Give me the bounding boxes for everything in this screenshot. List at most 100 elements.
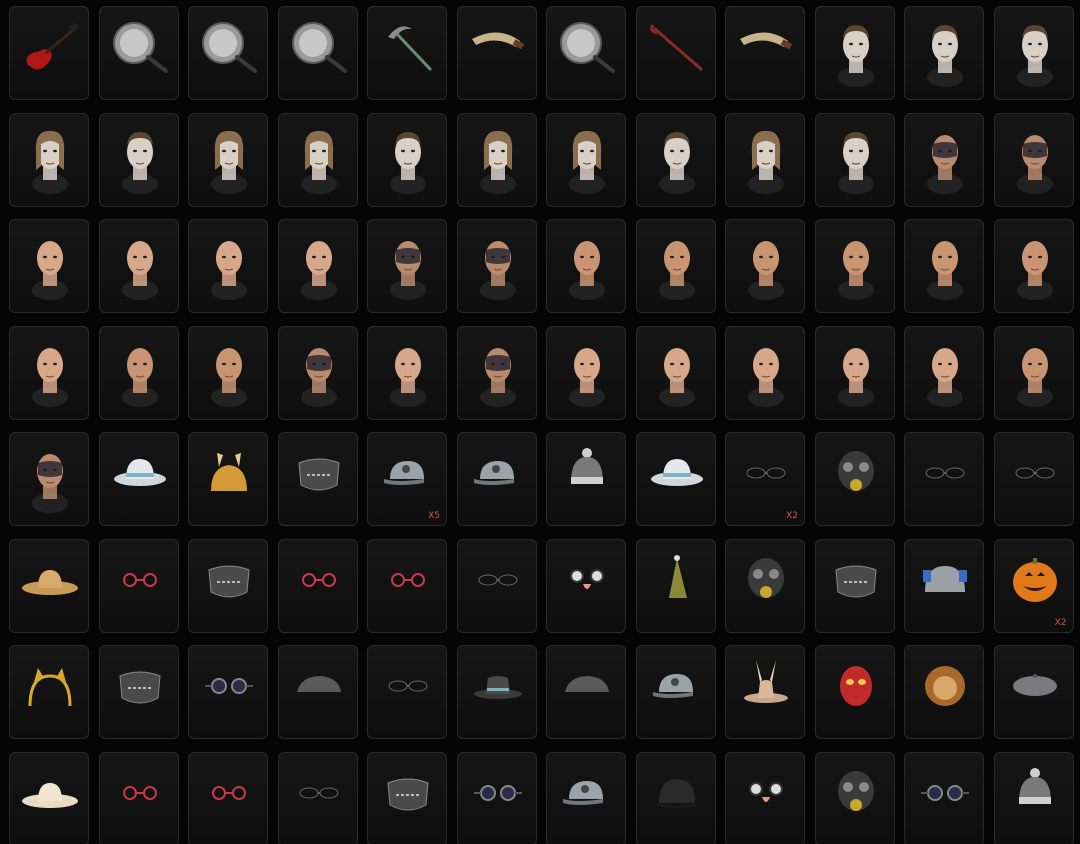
inventory-slot[interactable] (814, 219, 895, 313)
flat-cap-icon (565, 676, 609, 692)
inventory-slot[interactable] (456, 432, 537, 526)
inventory-slot[interactable] (993, 432, 1074, 526)
inventory-slot[interactable] (98, 6, 179, 100)
inventory-slot[interactable] (9, 325, 89, 420)
inventory-slot[interactable] (993, 751, 1074, 844)
inventory-slot[interactable] (725, 538, 805, 633)
inventory-slot[interactable] (277, 219, 358, 313)
inventory-slot[interactable] (993, 6, 1074, 100)
inventory-slot[interactable] (635, 645, 716, 739)
inventory-slot[interactable] (277, 6, 358, 100)
inventory-slot[interactable] (456, 112, 537, 207)
inventory-slot[interactable] (725, 751, 805, 844)
inventory-slot[interactable] (456, 645, 537, 739)
inventory-slot[interactable] (277, 538, 358, 633)
inventory-slot[interactable] (9, 645, 89, 739)
inventory-slot[interactable] (993, 219, 1074, 313)
inventory-slot[interactable] (188, 6, 268, 100)
inventory-slot[interactable] (635, 6, 716, 100)
inventory-slot[interactable] (546, 432, 626, 526)
inventory-slot[interactable] (635, 219, 716, 313)
inventory-slot[interactable] (367, 112, 447, 207)
inventory-slot[interactable]: X2 (993, 538, 1074, 633)
inventory-slot[interactable] (725, 219, 805, 313)
inventory-slot[interactable] (277, 325, 358, 420)
inventory-slot[interactable] (814, 538, 895, 633)
inventory-slot[interactable] (367, 6, 447, 100)
inventory-slot[interactable] (546, 538, 626, 633)
inventory-slot[interactable] (277, 112, 358, 207)
inventory-slot[interactable] (904, 6, 984, 100)
inventory-slot[interactable] (367, 219, 447, 313)
inventory-slot[interactable] (9, 112, 89, 207)
inventory-slot[interactable] (814, 751, 895, 844)
inventory-slot[interactable] (814, 432, 895, 526)
inventory-slot[interactable] (725, 6, 805, 100)
inventory-slot[interactable] (993, 645, 1074, 739)
inventory-slot[interactable] (725, 645, 805, 739)
inventory-slot[interactable] (814, 112, 895, 207)
inventory-slot[interactable]: X5 (367, 432, 447, 526)
inventory-slot[interactable] (546, 751, 626, 844)
inventory-slot[interactable] (188, 112, 268, 207)
inventory-slot[interactable] (9, 538, 89, 633)
inventory-slot[interactable] (904, 432, 984, 526)
inventory-slot[interactable] (9, 219, 89, 313)
inventory-slot[interactable] (188, 538, 268, 633)
inventory-slot[interactable] (456, 325, 537, 420)
inventory-slot[interactable] (546, 219, 626, 313)
inventory-slot[interactable] (456, 219, 537, 313)
inventory-slot[interactable] (456, 538, 537, 633)
inventory-slot[interactable]: X2 (725, 432, 805, 526)
inventory-slot[interactable] (814, 645, 895, 739)
inventory-slot[interactable] (98, 751, 179, 844)
inventory-slot[interactable] (635, 112, 716, 207)
inventory-slot[interactable] (546, 325, 626, 420)
inventory-slot[interactable] (546, 112, 626, 207)
inventory-slot[interactable] (367, 751, 447, 844)
inventory-slot[interactable] (904, 219, 984, 313)
inventory-slot[interactable] (188, 219, 268, 313)
inventory-slot[interactable] (904, 325, 984, 420)
inventory-slot[interactable] (98, 645, 179, 739)
inventory-slot[interactable] (367, 538, 447, 633)
inventory-slot[interactable] (98, 219, 179, 313)
inventory-slot[interactable] (635, 432, 716, 526)
female-face-icon (300, 241, 337, 300)
inventory-slot[interactable] (98, 538, 179, 633)
inventory-slot[interactable] (188, 751, 268, 844)
inventory-slot[interactable] (456, 6, 537, 100)
inventory-slot[interactable] (9, 432, 89, 526)
inventory-slot[interactable] (635, 538, 716, 633)
inventory-slot[interactable] (367, 645, 447, 739)
inventory-slot[interactable] (98, 112, 179, 207)
inventory-slot[interactable] (814, 6, 895, 100)
inventory-slot[interactable] (993, 325, 1074, 420)
inventory-slot[interactable] (904, 538, 984, 633)
inventory-slot[interactable] (725, 112, 805, 207)
inventory-slot[interactable] (635, 751, 716, 844)
inventory-slot[interactable] (188, 325, 268, 420)
inventory-slot[interactable] (367, 325, 447, 420)
inventory-slot[interactable] (904, 645, 984, 739)
inventory-slot[interactable] (456, 751, 537, 844)
inventory-slot[interactable] (725, 325, 805, 420)
inventory-slot[interactable] (277, 645, 358, 739)
inventory-slot[interactable] (9, 6, 89, 100)
inventory-slot[interactable] (904, 751, 984, 844)
inventory-slot[interactable] (98, 325, 179, 420)
inventory-slot[interactable] (277, 751, 358, 844)
inventory-slot[interactable] (188, 645, 268, 739)
inventory-slot[interactable] (546, 645, 626, 739)
inventory-slot[interactable] (9, 751, 89, 844)
inventory-slot[interactable] (904, 112, 984, 207)
female-face-icon (121, 241, 158, 300)
inventory-slot[interactable] (993, 112, 1074, 207)
inventory-slot[interactable] (98, 432, 179, 526)
inventory-slot[interactable] (814, 325, 895, 420)
inventory-slot[interactable] (546, 6, 626, 100)
baseball-cap-icon (473, 461, 514, 485)
inventory-slot[interactable] (277, 432, 358, 526)
inventory-slot[interactable] (635, 325, 716, 420)
inventory-slot[interactable] (188, 432, 268, 526)
